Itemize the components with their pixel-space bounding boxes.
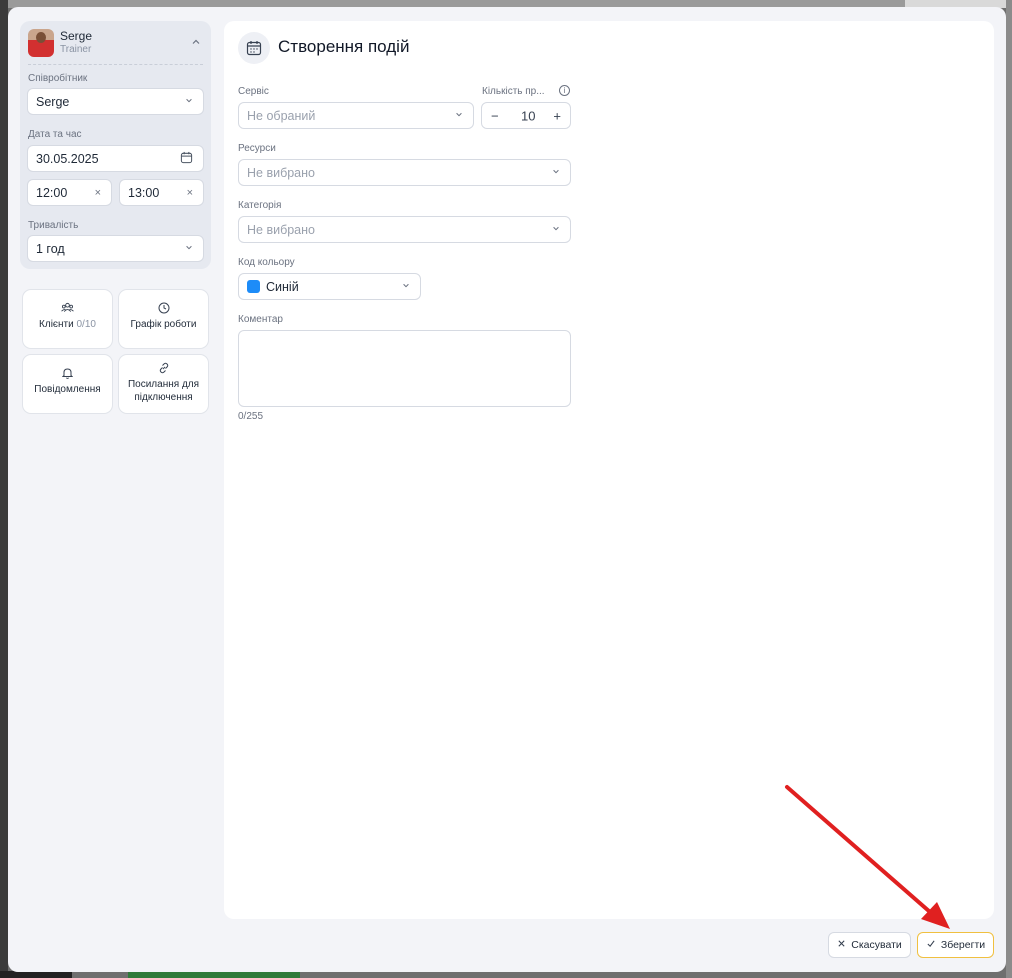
employee-panel: Serge Trainer Співробітник Serge Дата та… <box>20 21 211 269</box>
calendar-icon[interactable] <box>180 151 193 167</box>
color-swatch <box>247 279 260 293</box>
plus-icon[interactable]: + <box>553 108 561 123</box>
link-icon <box>119 362 208 374</box>
comment-label: Коментар <box>238 314 283 325</box>
tile-notifications-label: Повідомлення <box>34 384 101 395</box>
cancel-button[interactable]: Скасувати <box>828 932 911 958</box>
employee-name: Serge <box>60 29 93 43</box>
close-icon <box>837 939 846 951</box>
date-input[interactable]: 30.05.2025 <box>27 145 204 172</box>
employee-select[interactable]: Serge <box>27 88 204 115</box>
background-right-edge <box>1006 0 1012 978</box>
chevron-down-icon <box>185 96 193 106</box>
participants-count-value[interactable]: 10 <box>521 108 535 123</box>
create-event-modal: Serge Trainer Співробітник Serge Дата та… <box>8 7 1006 972</box>
chevron-down-icon <box>402 281 410 291</box>
duration-select[interactable]: 1 год <box>27 235 204 262</box>
time-end-value: 13:00 <box>128 185 160 200</box>
save-button[interactable]: Зберегти <box>917 932 994 958</box>
comment-textarea[interactable] <box>238 330 571 407</box>
employee-header[interactable]: Serge Trainer <box>28 27 203 65</box>
resources-placeholder: Не вибрано <box>247 165 315 180</box>
clock-icon <box>119 302 208 314</box>
tile-connection-link-label: Посилання для підключення <box>127 379 200 403</box>
time-start-value: 12:00 <box>36 185 68 200</box>
background-sidebar <box>0 0 8 978</box>
category-label: Категорія <box>238 200 282 211</box>
category-select[interactable]: Не вибрано <box>238 216 571 243</box>
info-icon[interactable]: i <box>559 85 570 96</box>
comment-char-counter: 0/255 <box>238 411 264 422</box>
time-start-input[interactable]: 12:00 × <box>27 179 112 206</box>
clear-icon[interactable]: × <box>187 187 193 199</box>
clear-icon[interactable]: × <box>95 187 101 199</box>
chevron-down-icon <box>455 110 463 120</box>
category-placeholder: Не вибрано <box>247 222 315 237</box>
chevron-down-icon <box>185 243 193 253</box>
resources-select[interactable]: Не вибрано <box>238 159 571 186</box>
background-green-bar <box>128 971 300 978</box>
time-end-input[interactable]: 13:00 × <box>119 179 204 206</box>
tile-connection-link[interactable]: Посилання для підключення <box>118 354 209 414</box>
service-placeholder: Не обраний <box>247 108 316 123</box>
tile-work-schedule[interactable]: Графік роботи <box>118 289 209 349</box>
tile-work-schedule-label: Графік роботи <box>130 319 197 330</box>
date-value: 30.05.2025 <box>36 151 99 166</box>
check-icon <box>926 939 936 951</box>
chevron-down-icon <box>552 167 560 177</box>
chevron-up-icon[interactable] <box>191 37 201 50</box>
cancel-button-label: Скасувати <box>851 939 902 951</box>
employee-select-value: Serge <box>36 94 70 109</box>
minus-icon[interactable]: − <box>491 108 499 123</box>
duration-value: 1 год <box>36 241 65 256</box>
calendar-icon <box>238 32 270 64</box>
duration-label: Тривалість <box>28 220 79 231</box>
clients-icon <box>23 302 112 314</box>
bell-icon <box>23 367 112 379</box>
tile-notifications[interactable]: Повідомлення <box>22 354 113 414</box>
resources-label: Ресурси <box>238 143 276 154</box>
datetime-label: Дата та час <box>28 129 82 140</box>
save-button-label: Зберегти <box>940 939 986 951</box>
employee-role: Trainer <box>60 44 92 55</box>
chevron-down-icon <box>552 224 560 234</box>
avatar <box>28 29 54 57</box>
color-value: Синій <box>266 279 299 294</box>
color-code-label: Код кольору <box>238 257 295 268</box>
employee-label: Співробітник <box>28 73 88 84</box>
service-label: Сервіс <box>238 86 269 97</box>
event-form: Створення подій Сервіс Не обраний Кількі… <box>224 21 994 919</box>
participants-stepper[interactable]: − 10 + <box>481 102 571 129</box>
color-select[interactable]: Синій <box>238 273 421 300</box>
tile-clients-label: Клієнти <box>39 319 74 330</box>
background-dark-bar <box>0 971 72 978</box>
tile-clients[interactable]: Клієнти 0/10 <box>22 289 113 349</box>
page-title: Створення подій <box>278 37 410 56</box>
service-select[interactable]: Не обраний <box>238 102 474 129</box>
participants-count-label: Кількість пр... <box>482 86 545 97</box>
tile-clients-count: 0/10 <box>76 319 96 330</box>
